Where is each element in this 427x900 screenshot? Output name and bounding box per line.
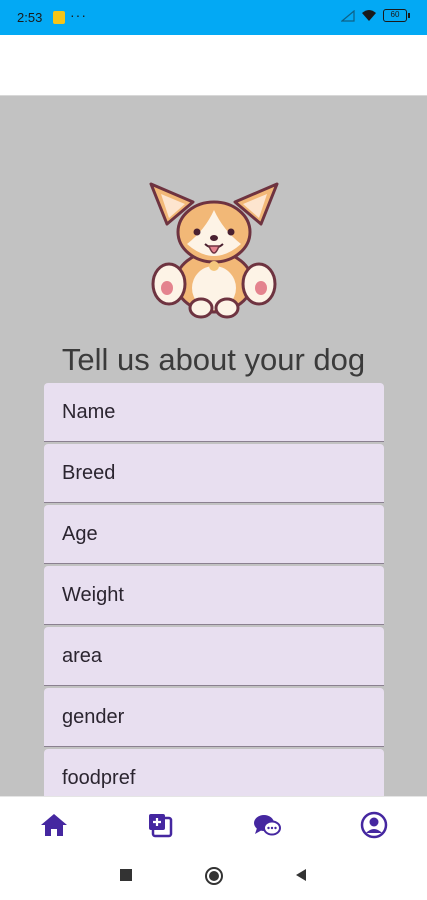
wifi-icon	[362, 10, 376, 21]
more-notifications-icon: ···	[70, 7, 87, 23]
recents-icon[interactable]	[119, 868, 133, 882]
name-field[interactable]: Name	[44, 383, 384, 442]
main-content[interactable]: Tell us about your dog Name Breed Age We…	[0, 96, 427, 796]
name-field-placeholder: Name	[62, 401, 116, 423]
back-icon[interactable]	[294, 868, 308, 882]
weight-field[interactable]: Weight	[44, 566, 384, 625]
area-field-placeholder: area	[62, 645, 103, 667]
area-field[interactable]: area	[44, 627, 384, 686]
profile-icon	[360, 811, 388, 839]
gender-field[interactable]: gender	[44, 688, 384, 747]
page-title: Tell us about your dog	[61, 342, 366, 377]
notification-icon	[53, 11, 65, 24]
status-bar: 2:53 ··· 60	[0, 0, 427, 35]
chat-icon	[254, 815, 281, 836]
age-field-placeholder: Age	[62, 523, 98, 545]
home-icon	[41, 814, 67, 836]
nav-chat[interactable]	[253, 811, 281, 839]
nav-profile[interactable]	[360, 811, 388, 839]
home-button-icon[interactable]	[204, 866, 224, 886]
app-bar	[0, 35, 427, 96]
system-navigation-bar	[0, 852, 427, 900]
foodpref-field-placeholder: foodpref	[62, 767, 136, 789]
foodpref-field[interactable]: foodpref	[44, 749, 384, 796]
gender-field-placeholder: gender	[62, 706, 125, 728]
breed-field-placeholder: Breed	[62, 462, 116, 484]
breed-field[interactable]: Breed	[44, 444, 384, 503]
corgi-illustration	[149, 182, 279, 319]
add-photo-icon	[149, 814, 173, 838]
status-time: 2:53	[17, 10, 43, 25]
signal-icon	[341, 9, 355, 22]
age-field[interactable]: Age	[44, 505, 384, 564]
battery-icon: 60	[383, 9, 410, 22]
nav-add-photo[interactable]	[146, 811, 174, 839]
nav-home[interactable]	[40, 811, 68, 839]
weight-field-placeholder: Weight	[62, 584, 124, 606]
status-icons: 60	[341, 9, 410, 22]
bottom-navigation	[0, 796, 427, 852]
